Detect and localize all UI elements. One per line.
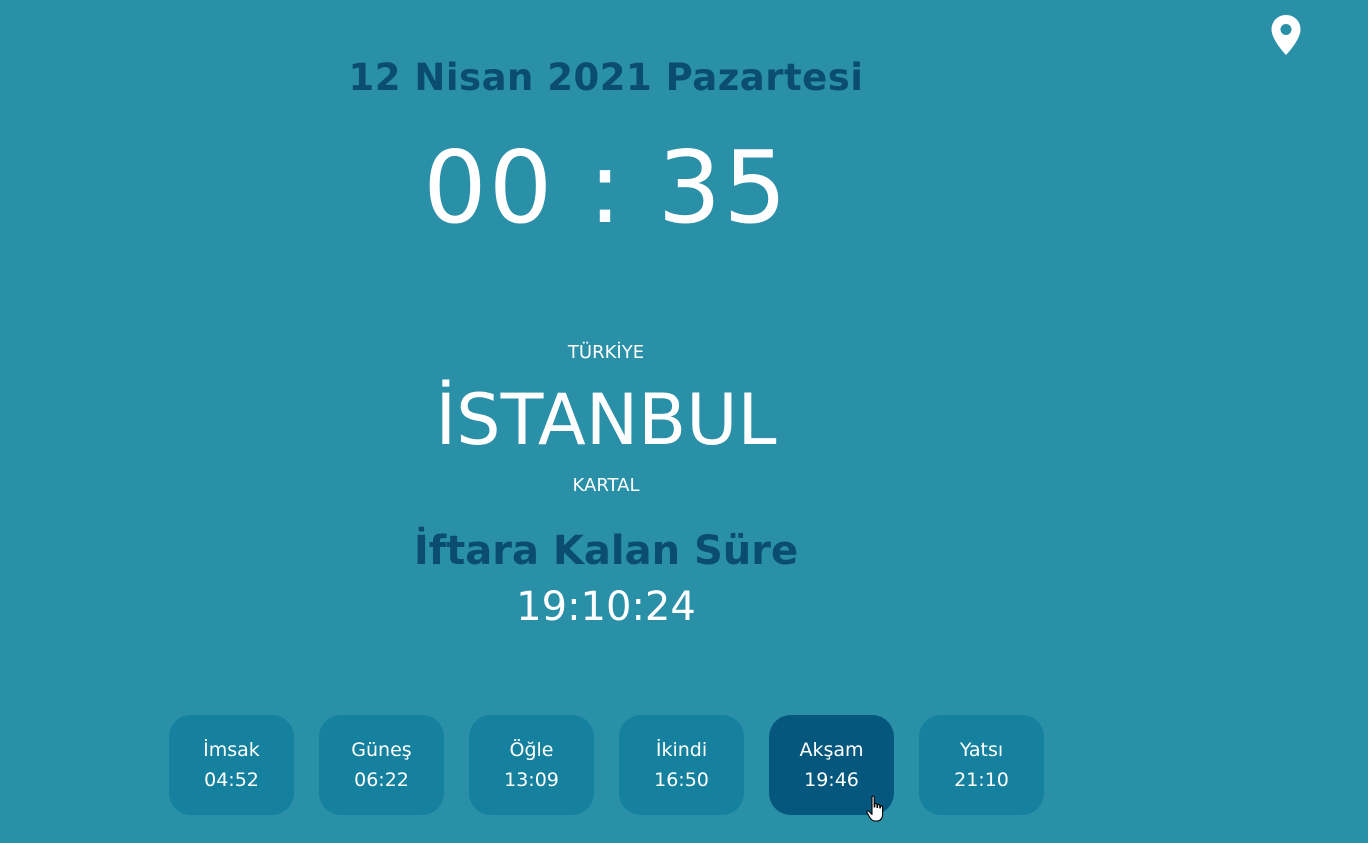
prayer-card-yatsi[interactable]: Yatsı 21:10 [919,715,1044,815]
prayer-time: 06:22 [354,769,409,791]
prayer-time: 16:50 [654,769,709,791]
country-label: TÜRKİYE [567,342,645,363]
prayer-time: 19:46 [804,769,859,791]
prayer-card-gunes[interactable]: Güneş 06:22 [319,715,444,815]
prayer-times-page: 12 Nisan 2021 Pazartesi 00 : 35 TÜRKİYE … [0,0,1368,843]
prayer-name: İmsak [203,739,260,761]
district-label: KARTAL [572,475,640,496]
prayer-name: Yatsı [959,739,1004,761]
prayer-times-row: İmsak 04:52 Güneş 06:22 Öğle 13:09 İkind… [169,715,1044,815]
prayer-time: 04:52 [204,769,259,791]
prayer-card-ikindi[interactable]: İkindi 16:50 [619,715,744,815]
countdown-label: İftara Kalan Süre [413,528,799,574]
countdown-value: 19:10:24 [516,584,696,630]
current-time: 00 : 35 [423,129,789,246]
prayer-card-imsak[interactable]: İmsak 04:52 [169,715,294,815]
location-pin-icon[interactable] [1270,14,1302,56]
prayer-name: Öğle [509,739,554,761]
prayer-name: İkindi [655,739,708,761]
hand-cursor-icon [866,795,884,822]
prayer-time: 21:10 [954,769,1009,791]
city-label: İSTANBUL [435,379,777,461]
prayer-time: 13:09 [504,769,559,791]
prayer-name: Akşam [799,739,864,761]
prayer-name: Güneş [351,739,412,761]
date-heading: 12 Nisan 2021 Pazartesi [348,56,864,99]
prayer-card-ogle[interactable]: Öğle 13:09 [469,715,594,815]
